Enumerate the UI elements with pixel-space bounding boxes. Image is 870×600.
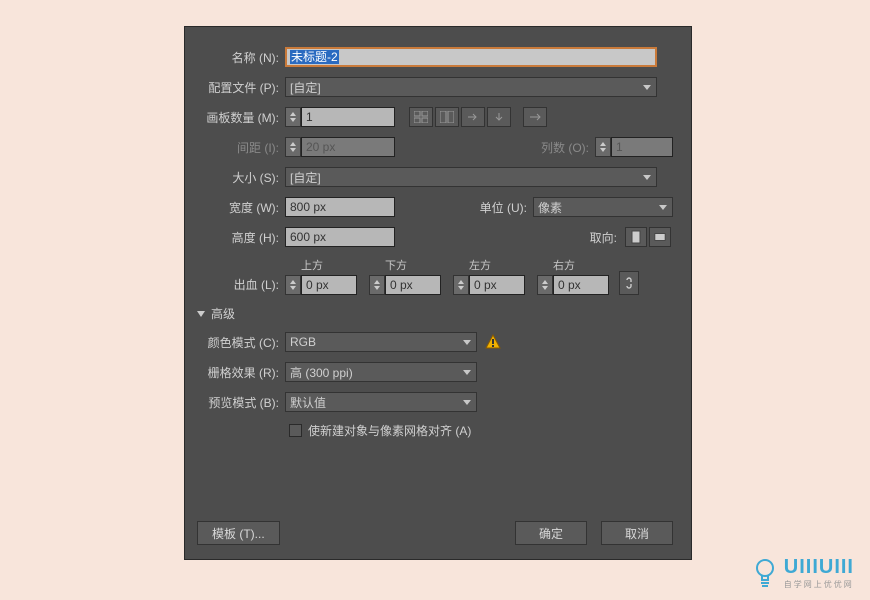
name-input[interactable]: 未标题-2 xyxy=(285,47,657,67)
arrange-down-icon[interactable] xyxy=(487,107,511,127)
bleed-bottom-input[interactable] xyxy=(385,275,441,295)
new-document-dialog: 名称 (N): 未标题-2 配置文件 (P): [自定] 画板数量 (M): 间… xyxy=(184,26,692,560)
preview-label: 预览模式 (B): xyxy=(193,394,285,411)
lightbulb-icon xyxy=(752,557,778,589)
arrange-order-icon[interactable] xyxy=(523,107,547,127)
spacing-label: 间距 (I): xyxy=(193,139,285,156)
bleed-left-label: 左方 xyxy=(453,257,491,273)
name-value: 未标题-2 xyxy=(290,50,339,64)
profile-dropdown[interactable]: [自定] xyxy=(285,77,657,97)
grid-row-icon[interactable] xyxy=(409,107,433,127)
ok-button[interactable]: 确定 xyxy=(515,521,587,545)
columns-input xyxy=(611,137,673,157)
watermark: UIIIUIII 自学网上优优网 xyxy=(752,556,854,590)
width-label: 宽度 (W): xyxy=(193,199,285,216)
warning-icon xyxy=(485,334,501,350)
bleed-bottom-spinner[interactable] xyxy=(369,275,385,295)
size-dropdown[interactable]: [自定] xyxy=(285,167,657,187)
link-bleed-icon[interactable] xyxy=(619,271,639,295)
landscape-button[interactable] xyxy=(649,227,671,247)
templates-button[interactable]: 模板 (T)... xyxy=(197,521,280,545)
height-input[interactable] xyxy=(285,227,395,247)
name-label: 名称 (N): xyxy=(193,49,285,66)
columns-spinner[interactable] xyxy=(595,137,611,157)
grid-col-icon[interactable] xyxy=(435,107,459,127)
arrange-right-icon[interactable] xyxy=(461,107,485,127)
bleed-top-label: 上方 xyxy=(285,257,323,273)
bleed-bottom-label: 下方 xyxy=(369,257,407,273)
artboards-spinner[interactable] xyxy=(285,107,301,127)
bleed-right-spinner[interactable] xyxy=(537,275,553,295)
bleed-right-label: 右方 xyxy=(537,257,575,273)
align-pixel-label: 使新建对象与像素网格对齐 (A) xyxy=(308,422,471,439)
colormode-dropdown[interactable]: RGB xyxy=(285,332,477,352)
profile-label: 配置文件 (P): xyxy=(193,79,285,96)
spacing-spinner[interactable] xyxy=(285,137,301,157)
bleed-left-spinner[interactable] xyxy=(453,275,469,295)
bleed-left-input[interactable] xyxy=(469,275,525,295)
units-label: 单位 (U): xyxy=(480,199,527,216)
cancel-button[interactable]: 取消 xyxy=(601,521,673,545)
bleed-top-spinner[interactable] xyxy=(285,275,301,295)
size-label: 大小 (S): xyxy=(193,169,285,186)
height-label: 高度 (H): xyxy=(193,229,285,246)
bleed-right-input[interactable] xyxy=(553,275,609,295)
artboards-input[interactable] xyxy=(301,107,395,127)
portrait-button[interactable] xyxy=(625,227,647,247)
units-dropdown[interactable]: 像素 xyxy=(533,197,673,217)
width-input[interactable] xyxy=(285,197,395,217)
raster-dropdown[interactable]: 高 (300 ppi) xyxy=(285,362,477,382)
raster-label: 栅格效果 (R): xyxy=(193,364,285,381)
preview-dropdown[interactable]: 默认值 xyxy=(285,392,477,412)
bleed-top-input[interactable] xyxy=(301,275,357,295)
orientation-label: 取向: xyxy=(590,229,617,246)
spacing-input xyxy=(301,137,395,157)
artboards-label: 画板数量 (M): xyxy=(193,109,285,126)
chevron-down-icon xyxy=(197,311,205,317)
advanced-section-toggle[interactable]: 高级 xyxy=(197,305,673,322)
columns-label: 列数 (O): xyxy=(541,139,589,156)
colormode-label: 颜色模式 (C): xyxy=(193,334,285,351)
align-pixel-checkbox[interactable] xyxy=(289,424,302,437)
bleed-label: 出血 (L): xyxy=(193,276,285,295)
